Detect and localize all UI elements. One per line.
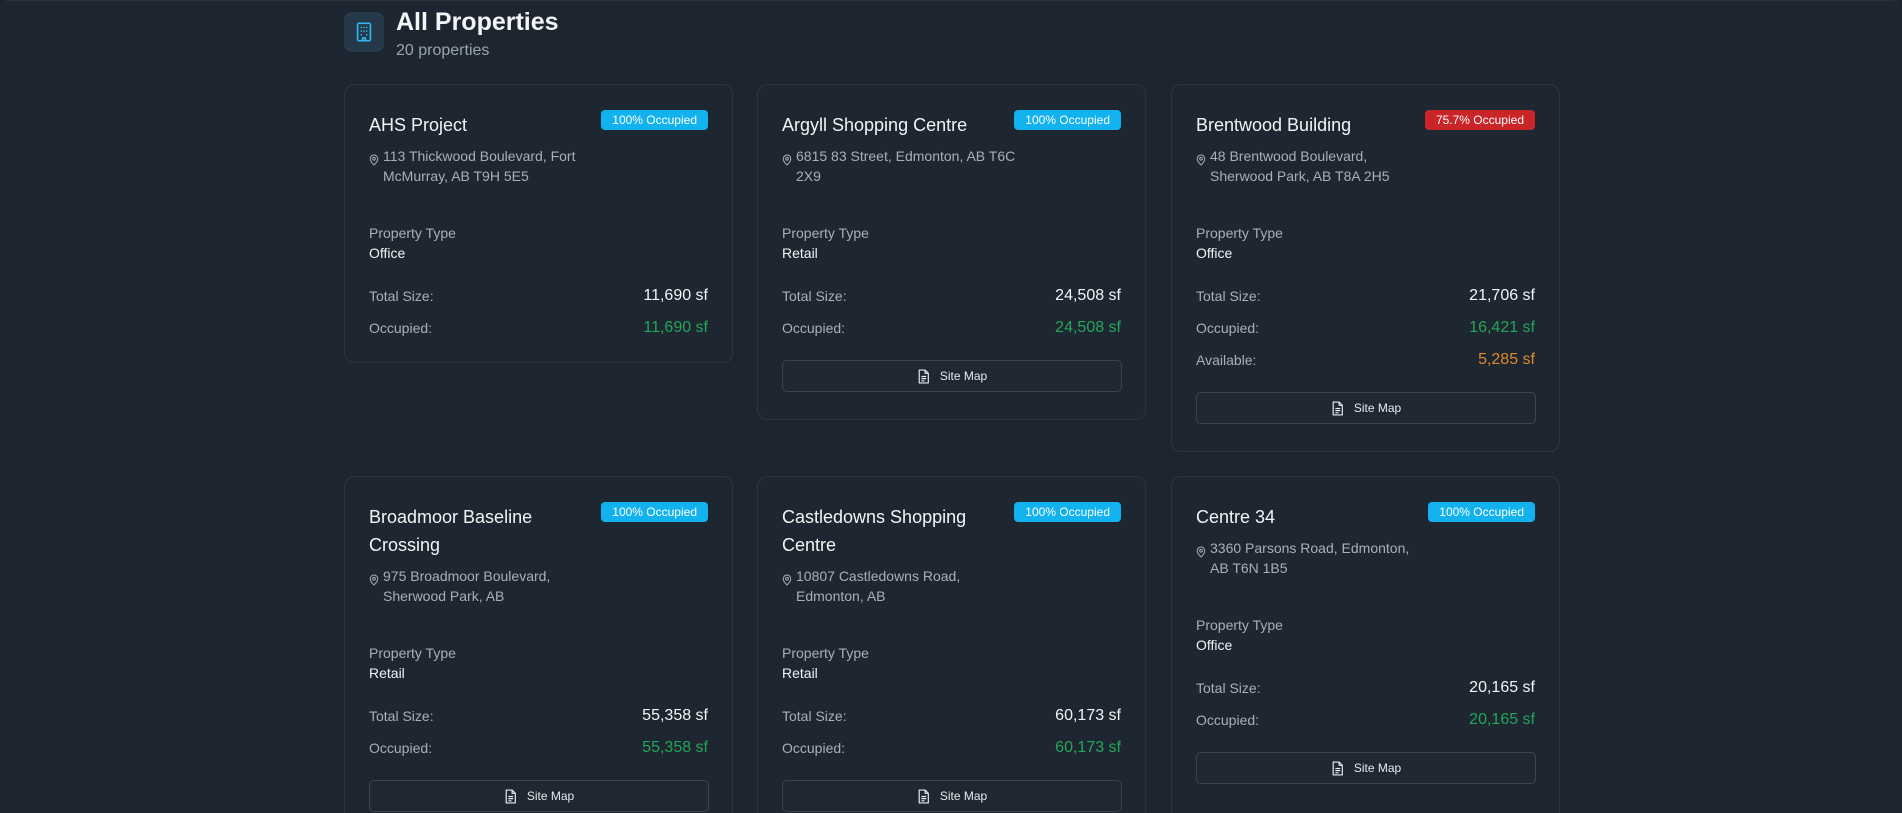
property-card-centre-34[interactable]: Centre 34 100% Occupied 3360 Parsons Roa…	[1171, 476, 1560, 813]
total-size-label: Total Size:	[1196, 288, 1261, 304]
occupied-value: 24,508 sf	[1055, 319, 1121, 336]
site-map-button[interactable]: Site Map	[1196, 752, 1536, 784]
map-pin-icon	[782, 573, 796, 606]
property-name: Broadmoor Baseline Crossing	[369, 507, 533, 555]
available-label: Available:	[1196, 352, 1257, 368]
occupancy-badge: 100% Occupied	[1014, 502, 1121, 522]
site-map-button[interactable]: Site Map	[782, 780, 1122, 812]
property-type-label: Property Type	[1196, 617, 1283, 633]
property-name: Castledowns Shopping Centre	[782, 507, 967, 555]
building-icon	[344, 12, 384, 52]
occupied-value: 60,173 sf	[1055, 739, 1121, 756]
property-type-label: Property Type	[782, 225, 869, 241]
total-size-value: 24,508 sf	[1055, 287, 1121, 304]
occupied-value: 20,165 sf	[1469, 711, 1535, 728]
site-map-label: Site Map	[526, 789, 575, 803]
property-type-label: Property Type	[1196, 225, 1283, 241]
available-value: 5,285 sf	[1478, 351, 1535, 368]
map-pin-icon	[782, 153, 796, 186]
total-size-value: 55,358 sf	[642, 707, 708, 724]
site-map-label: Site Map	[1353, 401, 1402, 415]
property-card-argyll-shopping-centre[interactable]: Argyll Shopping Centre 100% Occupied 681…	[757, 84, 1146, 420]
total-size-value: 21,706 sf	[1469, 287, 1535, 304]
occupancy-badge: 100% Occupied	[1014, 110, 1121, 130]
property-count: 20 properties	[396, 41, 490, 59]
property-type-value: Retail	[782, 665, 818, 681]
property-address: 10807 Castledowns Road, Edmonton, AB	[796, 568, 961, 604]
property-name: AHS Project	[369, 115, 468, 135]
property-address: 6815 83 Street, Edmonton, AB T6C 2X9	[796, 148, 1016, 184]
site-map-label: Site Map	[939, 369, 988, 383]
occupied-value: 11,690 sf	[643, 319, 708, 336]
occupancy-badge: 100% Occupied	[1428, 502, 1535, 522]
site-map-button[interactable]: Site Map	[782, 360, 1122, 392]
occupied-value: 55,358 sf	[642, 739, 708, 756]
document-icon	[1332, 400, 1343, 416]
total-size-label: Total Size:	[369, 708, 434, 724]
page-title: All Properties	[396, 8, 559, 36]
map-pin-icon	[369, 573, 383, 606]
property-address: 48 Brentwood Boulevard, Sherwood Park, A…	[1210, 148, 1390, 184]
site-map-label: Site Map	[939, 789, 988, 803]
page-header: All Properties 20 properties	[344, 8, 559, 60]
document-icon	[918, 788, 929, 804]
occupied-label: Occupied:	[1196, 320, 1260, 336]
property-type-value: Retail	[369, 665, 405, 681]
total-size-value: 11,690 sf	[643, 287, 708, 304]
total-size-label: Total Size:	[782, 708, 847, 724]
site-map-button[interactable]: Site Map	[1196, 392, 1536, 424]
property-type-label: Property Type	[369, 225, 456, 241]
property-address: 975 Broadmoor Boulevard, Sherwood Park, …	[383, 568, 551, 604]
property-address: 113 Thickwood Boulevard, Fort McMurray, …	[383, 148, 576, 184]
property-name: Argyll Shopping Centre	[782, 115, 968, 135]
occupancy-badge: 75.7% Occupied	[1424, 110, 1535, 130]
map-pin-icon	[1196, 545, 1210, 578]
occupied-label: Occupied:	[369, 740, 433, 756]
property-card-castledowns-shopping-centre[interactable]: Castledowns Shopping Centre 100% Occupie…	[757, 476, 1146, 813]
occupied-label: Occupied:	[782, 740, 846, 756]
document-icon	[1332, 760, 1343, 776]
occupancy-badge: 100% Occupied	[601, 110, 708, 130]
property-type-label: Property Type	[369, 645, 456, 661]
site-map-button[interactable]: Site Map	[369, 780, 709, 812]
occupied-label: Occupied:	[369, 320, 433, 336]
total-size-value: 20,165 sf	[1469, 679, 1535, 696]
document-icon	[505, 788, 516, 804]
total-size-label: Total Size:	[1196, 680, 1261, 696]
total-size-label: Total Size:	[369, 288, 434, 304]
site-map-label: Site Map	[1353, 761, 1402, 775]
property-type-value: Office	[369, 245, 406, 261]
property-card-brentwood-building[interactable]: Brentwood Building 75.7% Occupied 48 Bre…	[1171, 84, 1560, 452]
property-name: Brentwood Building	[1196, 115, 1352, 135]
total-size-label: Total Size:	[782, 288, 847, 304]
document-icon	[918, 368, 929, 384]
total-size-value: 60,173 sf	[1055, 707, 1121, 724]
occupancy-badge: 100% Occupied	[601, 502, 708, 522]
property-type-value: Office	[1196, 245, 1233, 261]
property-card-broadmoor-baseline-crossing[interactable]: Broadmoor Baseline Crossing 100% Occupie…	[344, 476, 733, 813]
property-card-ahs-project[interactable]: AHS Project 100% Occupied 113 Thickwood …	[344, 84, 733, 363]
property-type-value: Office	[1196, 637, 1233, 653]
occupied-label: Occupied:	[782, 320, 846, 336]
property-address: 3360 Parsons Road, Edmonton, AB T6N 1B5	[1210, 540, 1410, 576]
map-pin-icon	[1196, 153, 1210, 186]
property-type-label: Property Type	[782, 645, 869, 661]
property-name: Centre 34	[1196, 507, 1276, 527]
property-type-value: Retail	[782, 245, 818, 261]
app-frame: All Properties 20 properties AHS Project…	[0, 0, 1902, 813]
occupied-value: 16,421 sf	[1469, 319, 1535, 336]
occupied-label: Occupied:	[1196, 712, 1260, 728]
map-pin-icon	[369, 153, 383, 186]
